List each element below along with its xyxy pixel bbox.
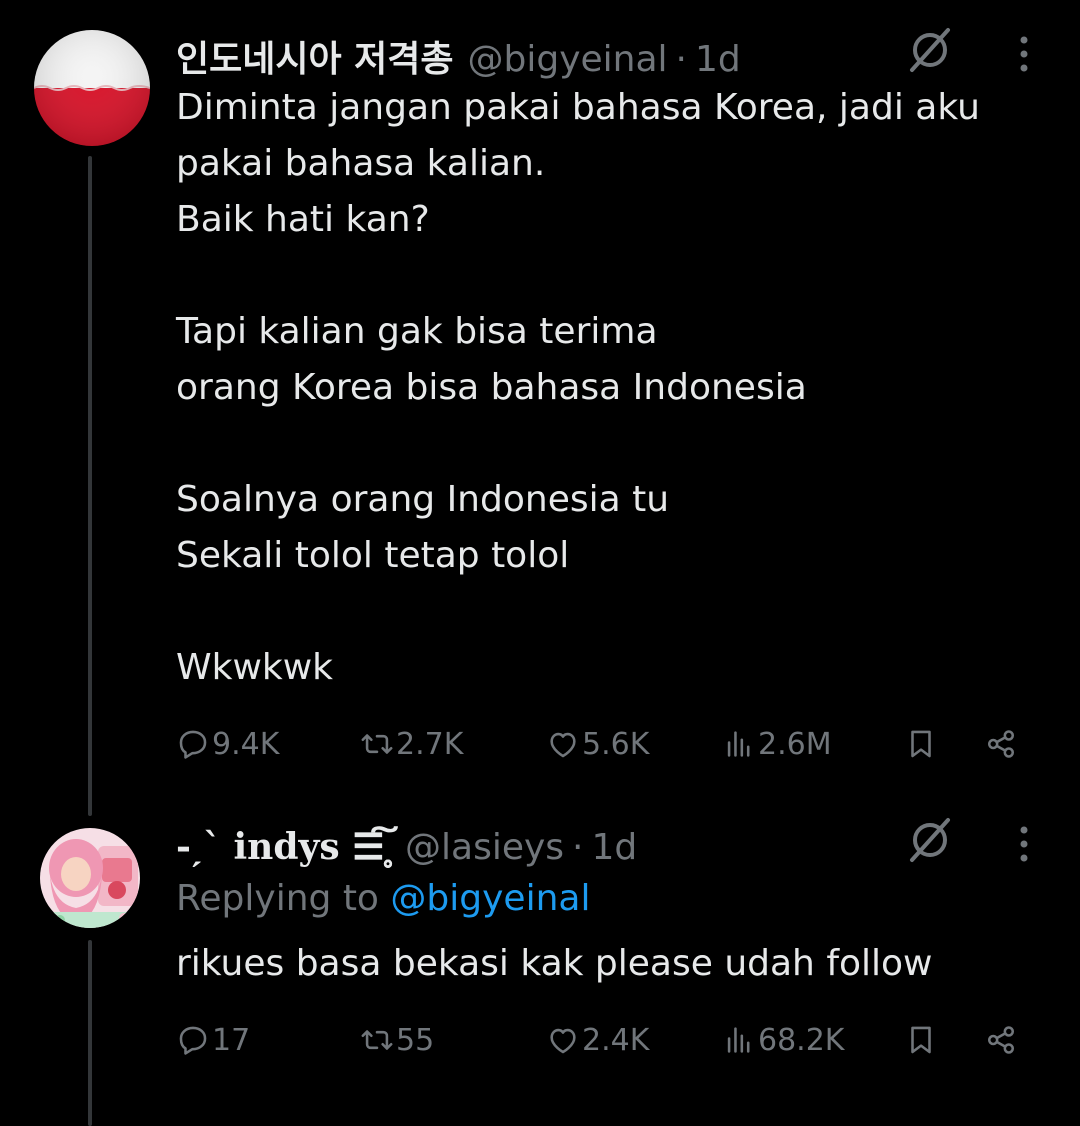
display-name[interactable]: 인도네시아 저격총 bbox=[176, 30, 454, 82]
tweet-2[interactable]: -ˏˋ indys ☰͠ ̥̥ @lasieys · 1d Replying t… bbox=[0, 810, 1080, 1126]
replying-to: Replying to @bigyeinal bbox=[176, 878, 590, 919]
like-count: 5.6K bbox=[582, 726, 650, 762]
share-button[interactable] bbox=[984, 1016, 1018, 1064]
views-button[interactable]: 2.6M bbox=[722, 720, 832, 768]
like-count: 2.4K bbox=[582, 1022, 650, 1058]
bookmark-icon bbox=[911, 730, 931, 758]
timestamp[interactable]: 1d bbox=[695, 39, 741, 80]
tweet-text: Diminta jangan pakai bahasa Korea, jadi … bbox=[176, 87, 980, 688]
separator: · bbox=[572, 827, 584, 868]
share-icon bbox=[987, 730, 1015, 758]
like-button[interactable]: 2.4K bbox=[546, 1016, 649, 1064]
repost-count: 2.7K bbox=[396, 726, 464, 762]
thread-line bbox=[88, 940, 92, 1126]
grok-icon[interactable] bbox=[906, 816, 954, 864]
views-count: 2.6M bbox=[758, 726, 832, 762]
repost-button[interactable]: 55 bbox=[360, 1016, 434, 1064]
views-button[interactable]: 68.2K bbox=[722, 1016, 844, 1064]
reply-button[interactable]: 17 bbox=[176, 1016, 250, 1064]
reply-icon bbox=[179, 1026, 207, 1055]
share-icon bbox=[987, 1026, 1015, 1054]
replying-to-label: Replying to bbox=[176, 878, 391, 919]
tweet-1[interactable]: 인도네시아 저격총 @bigyeinal · 1d Diminta jangan… bbox=[0, 0, 1080, 816]
separator: · bbox=[675, 39, 687, 80]
thread-line bbox=[88, 156, 92, 816]
like-icon bbox=[550, 732, 576, 758]
views-icon bbox=[727, 731, 750, 757]
more-icon[interactable] bbox=[1014, 34, 1034, 74]
display-name[interactable]: -ˏˋ indys ☰͠ ̥̥ bbox=[176, 826, 397, 868]
avatar[interactable] bbox=[34, 30, 150, 146]
reply-count: 9.4K bbox=[212, 726, 280, 762]
tweet-text: rikues basa bekasi kak please udah follo… bbox=[176, 943, 933, 984]
username[interactable]: @bigyeinal bbox=[468, 39, 668, 80]
repost-icon bbox=[361, 1030, 393, 1050]
reply-button[interactable]: 9.4K bbox=[176, 720, 279, 768]
bookmark-icon bbox=[911, 1026, 931, 1054]
reply-count: 17 bbox=[212, 1022, 251, 1058]
bookmark-button[interactable] bbox=[904, 720, 938, 768]
tweet-header: -ˏˋ indys ☰͠ ̥̥ @lasieys · 1d bbox=[176, 826, 637, 868]
avatar[interactable] bbox=[40, 828, 140, 928]
like-icon bbox=[550, 1028, 576, 1054]
reply-mention-link[interactable]: @bigyeinal bbox=[390, 878, 590, 919]
repost-count: 55 bbox=[396, 1022, 435, 1058]
action-bar: 17 55 2.4K 68.2K bbox=[176, 1016, 1036, 1064]
views-count: 68.2K bbox=[758, 1022, 845, 1058]
like-button[interactable]: 5.6K bbox=[546, 720, 649, 768]
more-icon[interactable] bbox=[1014, 824, 1034, 864]
repost-button[interactable]: 2.7K bbox=[360, 720, 463, 768]
repost-icon bbox=[361, 734, 393, 754]
indonesia-flag-avatar bbox=[34, 30, 150, 146]
tweet-header: 인도네시아 저격총 @bigyeinal · 1d bbox=[176, 30, 741, 82]
reply-icon bbox=[179, 730, 207, 759]
bookmark-button[interactable] bbox=[904, 1016, 938, 1064]
share-button[interactable] bbox=[984, 720, 1018, 768]
timestamp[interactable]: 1d bbox=[592, 827, 638, 868]
username[interactable]: @lasieys bbox=[405, 827, 564, 868]
pink-hair-photo-avatar bbox=[40, 828, 140, 928]
views-icon bbox=[727, 1027, 750, 1053]
action-bar: 9.4K 2.7K 5.6K 2.6M bbox=[176, 720, 1036, 768]
grok-icon[interactable] bbox=[906, 26, 954, 74]
